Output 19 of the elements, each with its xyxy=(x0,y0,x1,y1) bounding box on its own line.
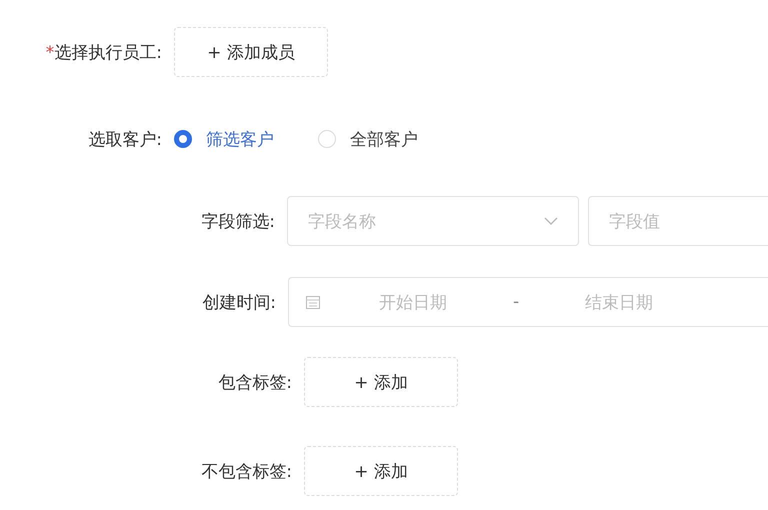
add-button[interactable]: + 添加成员 xyxy=(174,27,328,77)
required-mark: * xyxy=(46,42,54,62)
date-range-field[interactable]: 开始日期 - 结束日期 xyxy=(288,277,768,327)
field-label: 包含标签: xyxy=(218,372,292,394)
field-label: 不包含标签: xyxy=(201,460,292,482)
radio-button[interactable] xyxy=(174,130,192,148)
field-label: 创建时间: xyxy=(202,292,276,314)
add-button[interactable]: + 添加 xyxy=(304,357,458,407)
radio-label[interactable]: 筛选客户 xyxy=(206,128,274,150)
start-date-placeholder: 开始日期 xyxy=(379,292,447,314)
calendar-icon xyxy=(305,294,321,310)
chevron-down-icon xyxy=(544,217,558,225)
field-label: 字段筛选: xyxy=(201,210,275,232)
field-label: 选取客户: xyxy=(88,128,162,150)
add-button[interactable]: + 添加 xyxy=(304,446,458,496)
range-separator: - xyxy=(513,292,520,312)
radio-label[interactable]: 全部客户 xyxy=(350,128,418,150)
end-date-placeholder: 结束日期 xyxy=(585,292,654,314)
field-label: 选择执行员工: xyxy=(54,42,162,64)
